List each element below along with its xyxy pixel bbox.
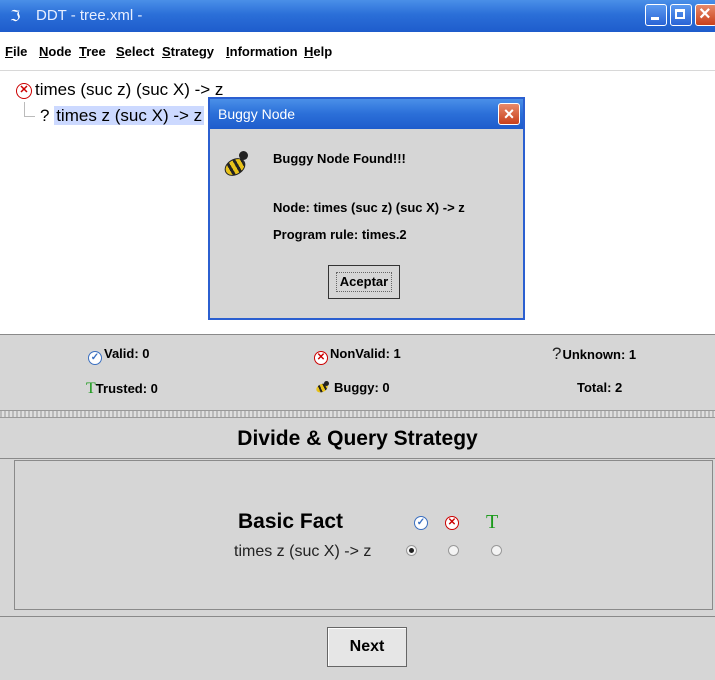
stat-nonvalid: ✕ NonValid: 1: [314, 346, 401, 365]
window-title: DDT - tree.xml -: [36, 7, 143, 24]
basic-fact-box: [14, 460, 713, 610]
strategy-panel: Divide & Query Strategy Basic Fact ✓ ✕ T…: [0, 418, 715, 680]
stats-panel: ✓ Valid: 0 ✕ NonValid: 1 ?Unknown: 1 TTrus…: [0, 334, 715, 411]
menu-node[interactable]: Node: [39, 44, 72, 59]
app-icon: ℑ: [10, 8, 21, 25]
radio-nonvalid[interactable]: [448, 545, 459, 556]
stat-nonvalid-label: NonValid: 1: [330, 346, 401, 361]
menu-select[interactable]: Select: [116, 44, 154, 59]
accept-button[interactable]: Aceptar: [328, 265, 400, 299]
bug-icon: [314, 381, 332, 393]
menu-information[interactable]: Information: [226, 44, 298, 59]
stat-unknown: ?Unknown: 1: [552, 344, 636, 364]
radio-trusted[interactable]: [491, 545, 502, 556]
minimize-button[interactable]: [645, 4, 667, 26]
strategy-title: Divide & Query Strategy: [0, 418, 715, 459]
tree-node-root[interactable]: ✕ times (suc z) (suc X) -> z: [16, 80, 223, 100]
nonvalid-icon: ✕: [314, 351, 328, 365]
tree-node-child[interactable]: ? times z (suc X) -> z: [40, 106, 205, 126]
maximize-button[interactable]: [670, 4, 692, 26]
ddt-window: ℑ DDT - tree.xml - × File Node Tree Sele…: [0, 0, 715, 680]
title-bar[interactable]: ℑ DDT - tree.xml - ×: [0, 0, 715, 32]
dialog-node: Node: times (suc z) (suc X) -> z: [273, 200, 465, 215]
stat-valid-label: Valid: 0: [104, 346, 150, 361]
basic-fact-text: times z (suc X) -> z: [234, 543, 372, 560]
stat-total: Total: 2: [577, 380, 623, 395]
dialog-close-button[interactable]: ×: [498, 103, 520, 125]
unknown-icon: ?: [40, 106, 50, 125]
buggy-node-dialog: Buggy Node × Buggy Node Found!!! Node: t…: [208, 97, 525, 320]
valid-icon: ✓: [88, 351, 102, 365]
tree-node-child-label: times z (suc X) -> z: [54, 106, 205, 125]
stat-trusted: TTrusted: 0: [86, 380, 158, 398]
stat-valid: ✓ Valid: 0: [88, 346, 150, 365]
next-button[interactable]: Next: [327, 627, 407, 667]
dialog-title: Buggy Node: [218, 106, 296, 122]
unknown-icon: ?: [552, 344, 562, 363]
menu-strategy[interactable]: Strategy: [162, 44, 214, 59]
menu-tree[interactable]: Tree: [79, 44, 106, 59]
split-divider[interactable]: [0, 410, 715, 418]
menu-help[interactable]: Help: [304, 44, 332, 59]
dialog-message: Buggy Node Found!!!: [273, 151, 406, 166]
dialog-rule: Program rule: times.2: [273, 227, 407, 242]
stat-buggy-label: Buggy: 0: [334, 380, 390, 395]
valid-column-icon: ✓: [414, 516, 428, 530]
trusted-column-icon: T: [486, 511, 499, 533]
close-icon: ×: [699, 3, 711, 25]
tree-branch-line: [24, 102, 35, 117]
menu-file[interactable]: File: [5, 44, 27, 59]
nonvalid-column-icon: ✕: [445, 516, 459, 530]
stat-buggy: Buggy: 0: [314, 380, 390, 395]
bottom-bar: Next: [0, 616, 715, 679]
bug-icon: [224, 149, 252, 179]
accept-button-label: Aceptar: [335, 272, 393, 292]
stat-trusted-label: Trusted: 0: [95, 381, 158, 396]
trusted-icon: T: [86, 380, 96, 397]
radio-valid[interactable]: [406, 545, 417, 556]
stat-unknown-label: Unknown: 1: [562, 347, 637, 362]
nonvalid-icon: ✕: [16, 83, 32, 99]
dialog-title-bar[interactable]: Buggy Node ×: [210, 99, 523, 129]
menu-bar: File Node Tree Select Strategy Informati…: [0, 32, 715, 71]
tree-node-root-label: times (suc z) (suc X) -> z: [35, 80, 224, 99]
close-button[interactable]: ×: [695, 3, 715, 26]
basic-fact-heading: Basic Fact: [238, 510, 344, 533]
